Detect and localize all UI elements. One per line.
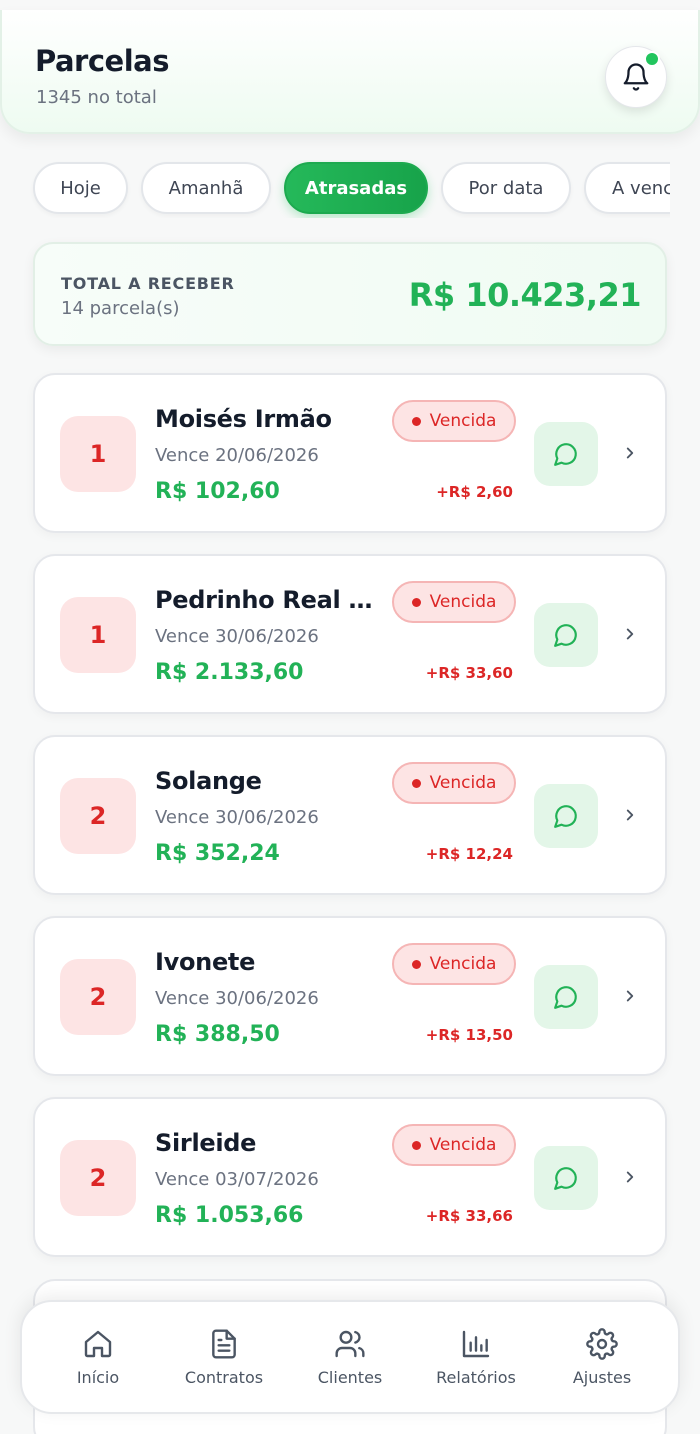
due-date: Vence 20/06/2026 — [155, 445, 319, 466]
installment-amount: R$ 1.053,66 — [155, 1203, 304, 1228]
tab-hoje[interactable]: Hoje — [33, 162, 128, 214]
due-date: Vence 30/06/2026 — [155, 807, 319, 828]
installment-card[interactable]: 1 Moisés Irmão Vence 20/06/2026 R$ 102,6… — [33, 373, 667, 533]
home-icon — [84, 1330, 112, 1358]
nav-label: Contratos — [184, 1368, 264, 1387]
nav-item-contratos[interactable]: Contratos — [161, 1302, 287, 1416]
client-name: Sirleide — [155, 1129, 257, 1157]
status-label: Vencida — [429, 954, 497, 974]
nav-item-ajustes[interactable]: Ajustes — [539, 1302, 665, 1416]
app-header: Parcelas 1345 no total — [0, 10, 700, 134]
summary-label: TOTAL A RECEBER — [61, 274, 235, 293]
whatsapp-button[interactable] — [534, 1146, 598, 1210]
late-fee: +R$ 2,60 — [436, 483, 513, 501]
installment-number: 2 — [60, 1140, 136, 1216]
installment-number: 1 — [60, 597, 136, 673]
installment-number: 2 — [60, 778, 136, 854]
tab-por-data[interactable]: Por data — [441, 162, 571, 214]
tab-atrasadas[interactable]: Atrasadas — [284, 162, 428, 214]
late-fee: +R$ 13,50 — [425, 1026, 513, 1044]
bar-chart-icon — [462, 1330, 490, 1358]
chevron-right-icon[interactable] — [621, 805, 639, 825]
nav-label: Início — [76, 1368, 120, 1387]
gear-icon — [586, 1328, 618, 1360]
status-dot — [411, 597, 421, 607]
summary-total: R$ 10.423,21 — [408, 276, 642, 314]
status-label: Vencida — [429, 1135, 497, 1155]
installment-amount: R$ 388,50 — [155, 1022, 280, 1047]
whatsapp-button[interactable] — [534, 603, 598, 667]
status-badge: Vencida — [392, 581, 516, 623]
nav-item-inicio[interactable]: Início — [35, 1302, 161, 1416]
installment-card[interactable]: 1 Pedrinho Real Correia Vence 30/06/2026… — [33, 554, 667, 714]
status-label: Vencida — [429, 592, 497, 612]
late-fee: +R$ 33,60 — [425, 664, 513, 682]
client-name: Moisés Irmão — [155, 405, 332, 433]
nav-label: Relatórios — [436, 1368, 516, 1387]
status-badge: Vencida — [392, 943, 516, 985]
due-date: Vence 30/06/2026 — [155, 626, 319, 647]
status-badge: Vencida — [392, 1124, 516, 1166]
installment-card[interactable]: 2 Sirleide Vence 03/07/2026 R$ 1.053,66 … — [33, 1097, 667, 1257]
installment-amount: R$ 2.133,60 — [155, 660, 304, 685]
tab-a-vencer[interactable]: A vencer — [584, 162, 670, 214]
notification-dot — [644, 51, 660, 67]
late-fee: +R$ 33,66 — [425, 1207, 513, 1225]
chat-bubble-icon — [554, 1167, 577, 1190]
installment-amount: R$ 352,24 — [155, 841, 280, 866]
installment-card[interactable]: 2 Ivonete Vence 30/06/2026 R$ 388,50 Ven… — [33, 916, 667, 1076]
total-count: 1345 no total — [36, 87, 157, 108]
notifications-button[interactable] — [605, 46, 667, 108]
nav-item-relatorios[interactable]: Relatórios — [413, 1302, 539, 1416]
bottom-nav: Início Contratos Clientes Relatórios Aju… — [20, 1300, 680, 1414]
status-dot — [411, 416, 421, 426]
status-label: Vencida — [429, 411, 497, 431]
chat-bubble-icon — [554, 986, 577, 1009]
client-name: Solange — [155, 767, 262, 795]
whatsapp-button[interactable] — [534, 965, 598, 1029]
status-badge: Vencida — [392, 400, 516, 442]
chat-bubble-icon — [554, 624, 577, 647]
status-badge: Vencida — [392, 762, 516, 804]
page-title: Parcelas — [35, 44, 169, 78]
chat-bubble-icon — [554, 805, 577, 828]
installment-number: 2 — [60, 959, 136, 1035]
chat-bubble-icon — [554, 443, 577, 466]
nav-label: Ajustes — [572, 1368, 632, 1387]
whatsapp-button[interactable] — [534, 784, 598, 848]
client-name: Pedrinho Real Correia — [155, 586, 383, 614]
users-icon — [335, 1330, 365, 1358]
installment-card[interactable]: 2 Solange Vence 30/06/2026 R$ 352,24 Ven… — [33, 735, 667, 895]
due-date: Vence 30/06/2026 — [155, 988, 319, 1009]
status-dot — [411, 1140, 421, 1150]
late-fee: +R$ 12,24 — [425, 845, 513, 863]
chevron-right-icon[interactable] — [621, 443, 639, 463]
filter-tabs: Hoje Amanhã Atrasadas Por data A vencer — [0, 160, 670, 218]
installment-amount: R$ 102,60 — [155, 479, 280, 504]
status-label: Vencida — [429, 773, 497, 793]
chevron-right-icon[interactable] — [621, 986, 639, 1006]
due-date: Vence 03/07/2026 — [155, 1169, 319, 1190]
whatsapp-button[interactable] — [534, 422, 598, 486]
document-icon — [212, 1329, 236, 1359]
chevron-right-icon[interactable] — [621, 624, 639, 644]
bell-icon — [623, 63, 649, 91]
status-dot — [411, 778, 421, 788]
chevron-right-icon[interactable] — [621, 1167, 639, 1187]
summary-count: 14 parcela(s) — [61, 298, 180, 319]
installment-number: 1 — [60, 416, 136, 492]
summary-card: TOTAL A RECEBER 14 parcela(s) R$ 10.423,… — [33, 242, 667, 346]
nav-label: Clientes — [317, 1368, 383, 1387]
client-name: Ivonete — [155, 948, 256, 976]
nav-item-clientes[interactable]: Clientes — [287, 1302, 413, 1416]
status-dot — [411, 959, 421, 969]
tab-amanha[interactable]: Amanhã — [141, 162, 271, 214]
